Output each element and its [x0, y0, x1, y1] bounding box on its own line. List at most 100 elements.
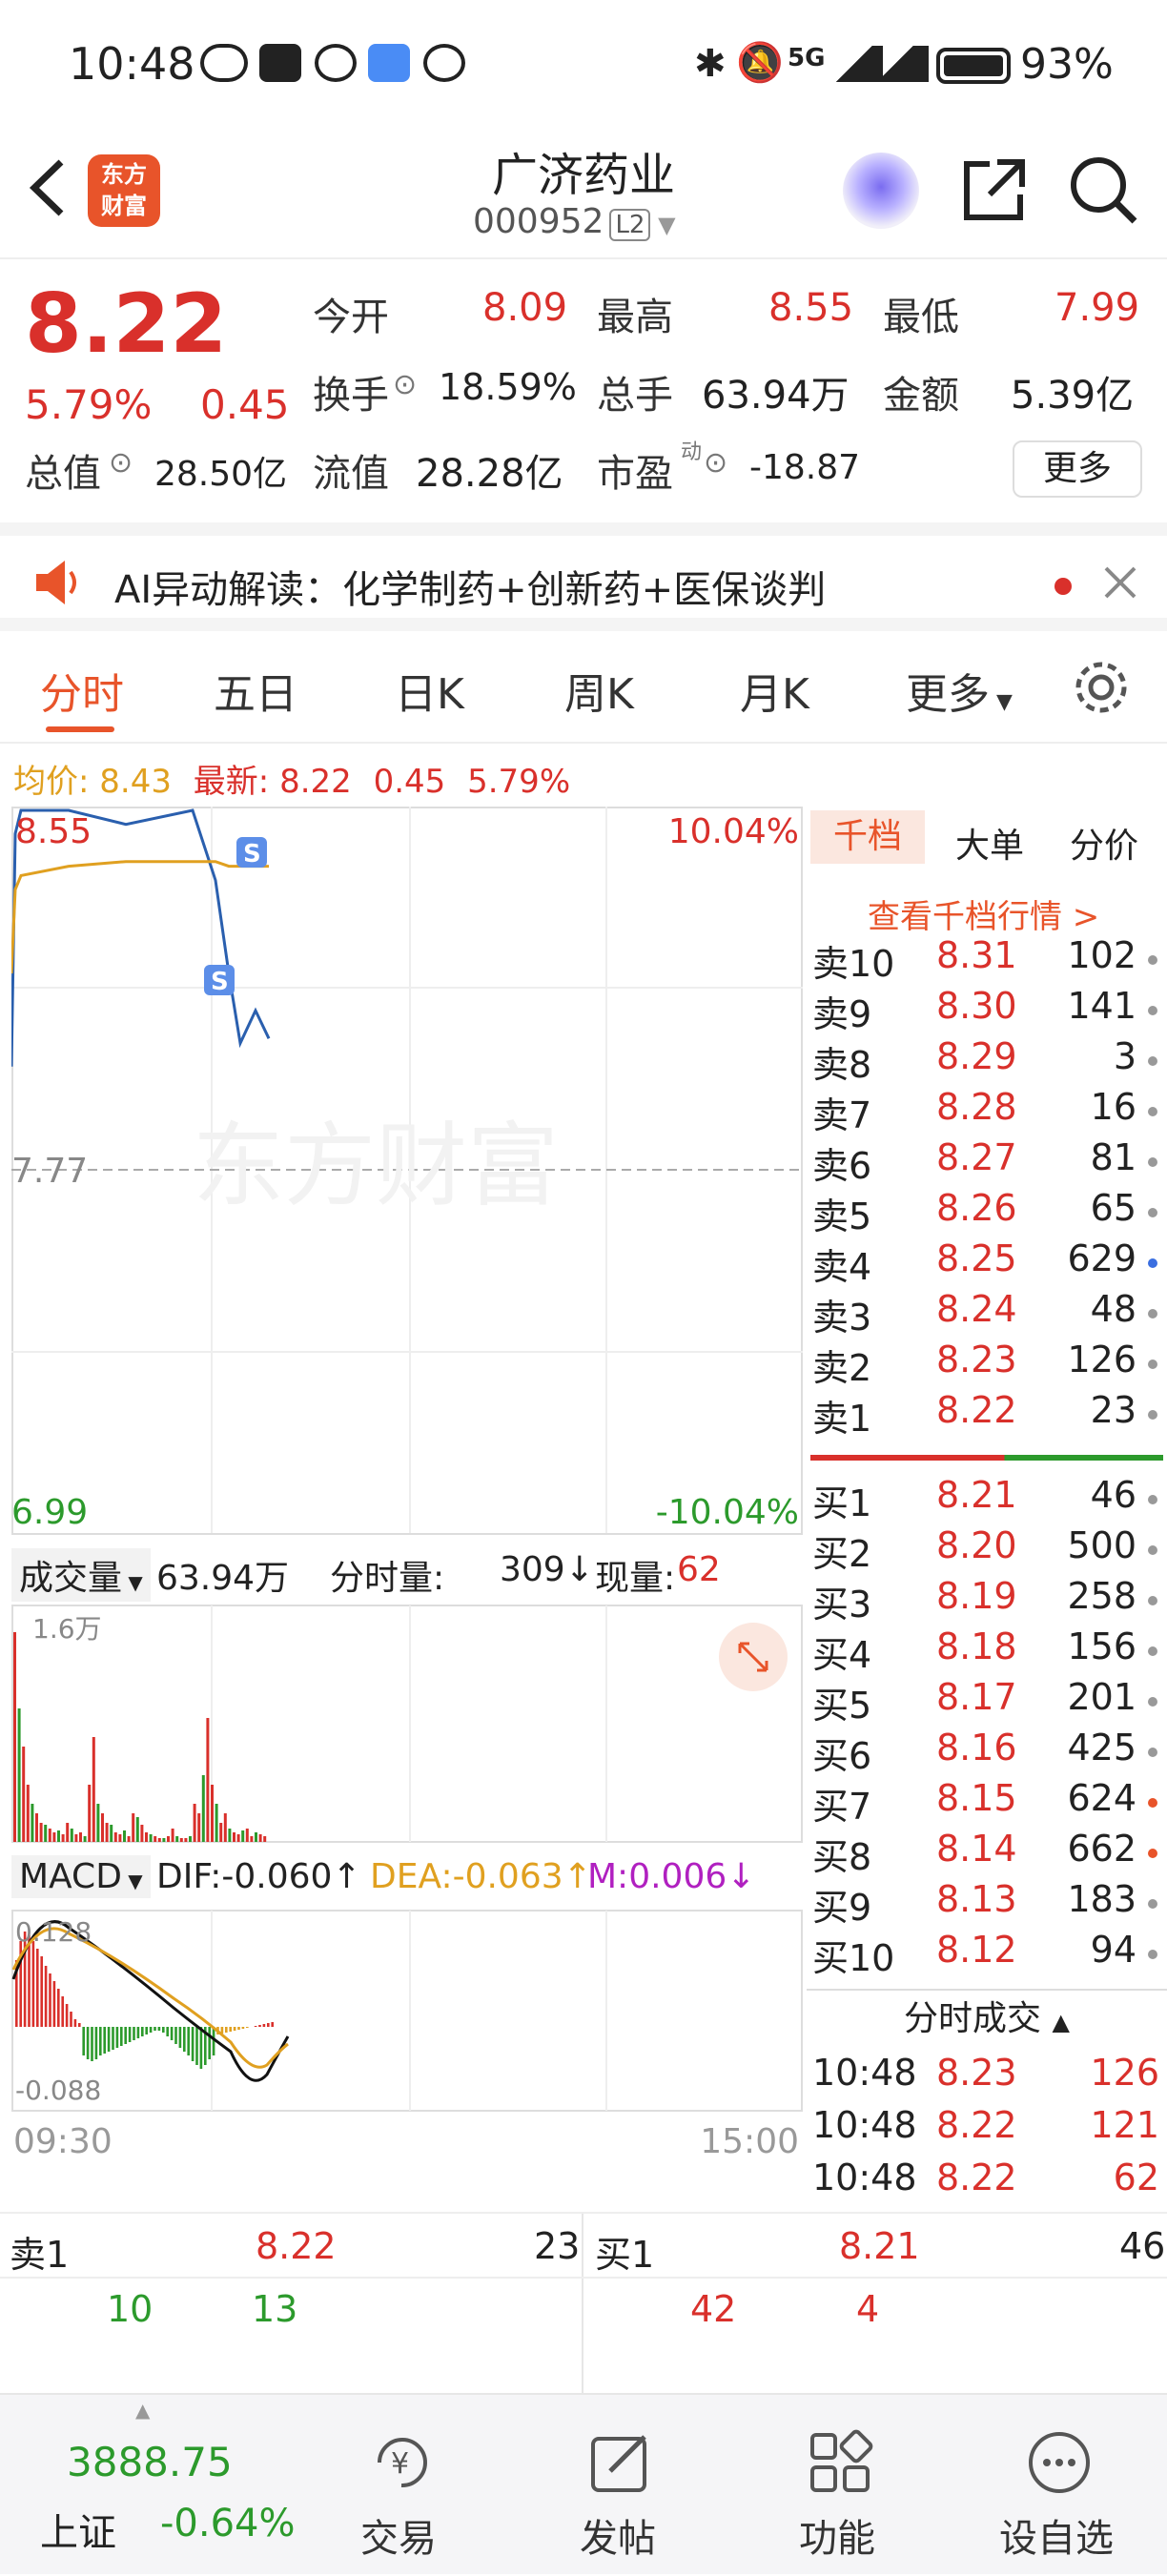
sell-level-row[interactable]: 卖6 8.27 81 — [812, 1136, 1165, 1187]
trades-header[interactable]: 分时成交 ▲ — [807, 1989, 1167, 2038]
volume-bar — [48, 1829, 51, 1842]
sell-level-row[interactable]: 卖4 8.25 629 — [812, 1237, 1165, 1288]
close-icon[interactable] — [1100, 562, 1140, 606]
settings-gear-icon[interactable] — [1072, 658, 1131, 721]
share-icon[interactable] — [959, 154, 1030, 229]
tab-day-k[interactable]: 日K — [395, 660, 464, 721]
chart-area[interactable]: 东方财富 8.55 10.04% 7.77 6.99 -10.04% S S 1… — [10, 807, 803, 2161]
level-price: 8.25 — [936, 1237, 1017, 1279]
macd-bar — [199, 2027, 203, 2069]
tab-more[interactable]: 更多 ▼ — [906, 660, 1013, 721]
eye-icon — [200, 44, 248, 82]
dropdown-arrow-icon: ▼ — [650, 212, 676, 238]
alarm-icon — [315, 44, 357, 82]
level-dot-icon — [1148, 1410, 1157, 1420]
buy-level-row[interactable]: 买5 8.17 201 — [812, 1676, 1165, 1727]
tab-five-day[interactable]: 五日 — [214, 660, 297, 721]
sell-level-row[interactable]: 卖8 8.29 3 — [812, 1035, 1165, 1086]
buy-level-row[interactable]: 买3 8.19 258 — [812, 1575, 1165, 1625]
macd-bar — [73, 2019, 77, 2027]
volume-bar — [39, 1823, 43, 1842]
sell-count-1: 10 — [107, 2288, 154, 2330]
level-price: 8.31 — [936, 934, 1017, 976]
tab-price-dist[interactable]: 分价 — [1070, 818, 1138, 868]
red-dot-icon — [1054, 578, 1072, 595]
tab-qiandang[interactable]: 千档 — [810, 810, 925, 864]
level-price: 8.19 — [936, 1575, 1017, 1617]
volume-bar — [206, 1718, 210, 1842]
level-volume: 425 — [1067, 1727, 1136, 1768]
macd-bar — [191, 2027, 194, 2061]
macd-selector[interactable]: MACD ▼ — [11, 1855, 151, 1898]
buy-level-row[interactable]: 买6 8.16 425 — [812, 1727, 1165, 1777]
volume-bar — [92, 1737, 95, 1842]
ai-interpretation-bar[interactable]: AI异动解读：化学制药+创新药+医保谈判 — [0, 522, 1167, 631]
volume-bar — [145, 1832, 148, 1842]
latest-value: 8.22 — [279, 763, 352, 801]
level-price: 8.16 — [936, 1727, 1017, 1768]
spread-divider — [810, 1455, 1163, 1461]
macd-bar — [65, 2004, 69, 2027]
sell-level-row[interactable]: 卖9 8.30 141 — [812, 985, 1165, 1035]
buy-level-row[interactable]: 买4 8.18 156 — [812, 1625, 1165, 1676]
trade-volume: 126 — [1090, 2052, 1159, 2094]
tab-week-k[interactable]: 周K — [564, 660, 634, 721]
sell-divider-vertical — [582, 2214, 584, 2395]
volume-selector[interactable]: 成交量 ▼ — [11, 1548, 151, 1602]
m-value: M:0.006↓ — [587, 1857, 756, 1896]
battery-percent: 93% — [1020, 40, 1114, 89]
time-start-label: 09:30 — [13, 2122, 113, 2156]
tab-fenshi[interactable]: 分时 — [40, 660, 124, 721]
buy-level-row[interactable]: 买10 8.12 94 — [812, 1929, 1165, 1979]
index-widget[interactable]: ▲ 3888.75 上证 -0.64% — [0, 2395, 315, 2576]
macd-bar — [262, 2024, 266, 2027]
ai-robot-icon[interactable] — [843, 153, 919, 229]
volume-bar — [52, 1832, 56, 1842]
buy-level-row[interactable]: 买7 8.15 624 — [812, 1777, 1165, 1828]
level-label: 买7 — [812, 1786, 872, 1828]
macd-bar — [49, 1973, 51, 2027]
sell-level-row[interactable]: 卖5 8.26 65 — [812, 1187, 1165, 1237]
level-price: 8.30 — [936, 985, 1017, 1027]
nav-functions[interactable]: 功能 — [742, 2395, 932, 2576]
buy-level-row[interactable]: 买2 8.20 500 — [812, 1524, 1165, 1575]
level-price: 8.18 — [936, 1625, 1017, 1667]
buy-level-row[interactable]: 买1 8.21 46 — [812, 1474, 1165, 1524]
level-volume: 201 — [1067, 1676, 1136, 1718]
bottom-price-label: 6.99 — [11, 1493, 88, 1532]
top-price-label: 8.55 — [15, 812, 92, 851]
sell-level-row[interactable]: 卖10 8.31 102 — [812, 934, 1165, 985]
volume-bar — [88, 1785, 92, 1842]
volume-bar — [66, 1823, 70, 1842]
buy-level-row[interactable]: 买9 8.13 183 — [812, 1878, 1165, 1929]
now-value: 62 — [677, 1550, 721, 1589]
view-qiandang-link[interactable]: 查看千档行情 > — [868, 890, 1099, 937]
search-icon[interactable] — [1068, 154, 1140, 231]
signal-5ga-icon — [862, 46, 929, 82]
buy-level-row[interactable]: 买8 8.14 662 — [812, 1828, 1165, 1878]
nav-add-watchlist[interactable]: 设自选 — [961, 2395, 1152, 2576]
level-price: 8.29 — [936, 1035, 1017, 1077]
macd-bar — [70, 2012, 72, 2027]
macd-bar — [246, 2027, 249, 2028]
amount-value: 5.39亿 — [1011, 374, 1135, 418]
sell-level-row[interactable]: 卖1 8.22 23 — [812, 1389, 1165, 1440]
level-price: 8.12 — [936, 1929, 1017, 1971]
sell-level-row[interactable]: 卖7 8.28 16 — [812, 1086, 1165, 1136]
volume-bar — [241, 1830, 245, 1842]
trade-row: 10:48 8.22 121 — [812, 2104, 1165, 2155]
tab-big-order[interactable]: 大单 — [955, 818, 1024, 868]
sell-level-row[interactable]: 卖3 8.24 48 — [812, 1288, 1165, 1339]
tab-month-k[interactable]: 月K — [740, 660, 809, 721]
nav-trade[interactable]: ¥ 交易 — [303, 2395, 494, 2576]
stock-code-row[interactable]: 000952 L2 ▼ — [473, 202, 676, 241]
trade-row: 10:48 8.23 126 — [812, 2052, 1165, 2102]
avg-price-line: 均价: 8.43 最新: 8.22 0.45 5.79% — [13, 755, 570, 802]
nav-post[interactable]: 发帖 — [522, 2395, 713, 2576]
volume-bar — [233, 1832, 235, 1842]
sell-level-row[interactable]: 卖2 8.23 126 — [812, 1339, 1165, 1389]
macd-bar — [225, 2027, 228, 2033]
more-button[interactable]: 更多 — [1013, 440, 1142, 498]
level-label: 买1 — [812, 1482, 872, 1524]
volume-bar — [118, 1834, 122, 1842]
